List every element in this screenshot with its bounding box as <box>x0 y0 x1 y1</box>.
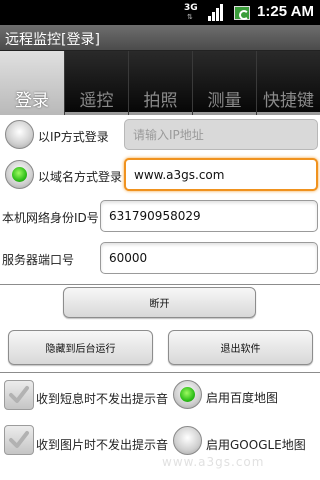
tab-remote-control-label: 遥控 <box>79 91 114 111</box>
tab-login[interactable]: 登录 <box>0 51 64 115</box>
watermark: www.a3gs.com <box>162 455 265 469</box>
baidu-map-label: 启用百度地图 <box>206 391 279 405</box>
app-title: 远程监控[登录] <box>5 32 100 48</box>
status-bar: 3G ⇅ 1:25 AM <box>0 0 320 25</box>
image-silent-label: 收到图片时不发出提示音 <box>36 438 169 452</box>
tab-photo[interactable]: 拍照 <box>128 51 192 115</box>
ip-address-input[interactable]: 请输入IP地址 <box>124 119 318 150</box>
tab-underline <box>193 112 256 115</box>
divider <box>0 284 320 285</box>
sms-silent-label: 收到短息时不发出提示音 <box>36 392 169 406</box>
identity-id-input[interactable]: 631790958029 <box>100 200 318 232</box>
tab-remote-control[interactable]: 遥控 <box>64 51 128 115</box>
server-port-label: 服务器端口号 <box>2 253 75 267</box>
server-port-input[interactable]: 60000 <box>100 242 318 274</box>
battery-charging-icon <box>234 4 252 21</box>
tab-shortcuts-label: 快捷键 <box>263 91 314 111</box>
tab-measure[interactable]: 测量 <box>192 51 256 115</box>
tab-underline <box>257 112 320 115</box>
google-map-label: 启用GOOGLE地图 <box>206 438 306 452</box>
tab-photo-label: 拍照 <box>143 91 178 111</box>
domain-login-radio[interactable] <box>5 160 34 189</box>
tab-bar: 登录 遥控 拍照 测量 快捷键 <box>0 51 320 115</box>
domain-login-label: 以域名方式登录 <box>38 170 123 184</box>
check-mark-icon <box>9 386 29 403</box>
sms-silent-checkbox[interactable] <box>4 380 34 410</box>
image-silent-checkbox[interactable] <box>4 425 34 455</box>
network-3g-icon: 3G ⇅ <box>184 3 198 21</box>
identity-id-label: 本机网络身份ID号 <box>2 211 99 225</box>
signal-strength-icon <box>208 4 226 21</box>
tab-underline <box>65 112 128 115</box>
baidu-map-radio[interactable] <box>173 380 202 409</box>
tab-login-label: 登录 <box>15 91 49 111</box>
divider <box>0 372 320 373</box>
app-title-bar: 远程监控[登录] <box>0 25 320 51</box>
ip-login-label: 以IP方式登录 <box>38 130 109 144</box>
tab-measure-label: 测量 <box>207 91 242 111</box>
tab-underline <box>129 112 192 115</box>
ip-login-radio[interactable] <box>5 120 34 149</box>
status-time: 1:25 AM <box>257 3 314 20</box>
hide-to-background-button[interactable]: 隐藏到后台运行 <box>8 330 153 365</box>
exit-app-button[interactable]: 退出软件 <box>168 330 313 365</box>
check-mark-icon <box>9 431 29 448</box>
tab-shortcuts[interactable]: 快捷键 <box>256 51 320 115</box>
google-map-radio[interactable] <box>173 426 202 455</box>
disconnect-button[interactable]: 断开 <box>63 287 256 318</box>
domain-input[interactable]: www.a3gs.com <box>124 158 318 191</box>
